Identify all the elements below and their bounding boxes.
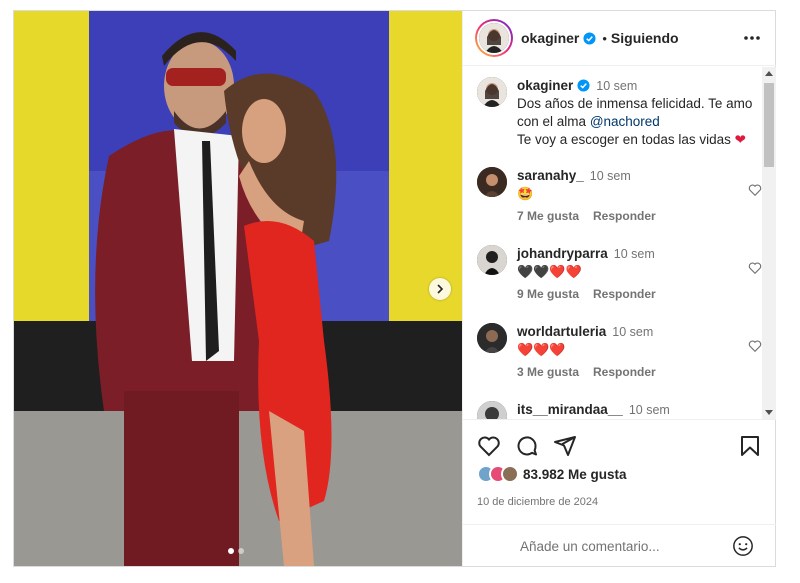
- post-actions: 83.982 Me gusta 10 de diciembre de 2024 …: [463, 419, 776, 566]
- scroll-thumb[interactable]: [764, 83, 774, 167]
- comment-likes[interactable]: 9 Me gusta: [517, 287, 579, 301]
- heart-icon[interactable]: [748, 183, 762, 197]
- liker-avatar: [501, 465, 519, 483]
- heart-icon[interactable]: [477, 434, 501, 458]
- author-avatar-ring[interactable]: [475, 19, 513, 57]
- comment-time: 10 sem: [612, 325, 654, 339]
- comment-text: ❤️❤️❤️: [517, 342, 566, 357]
- reply-button[interactable]: Responder: [593, 287, 656, 301]
- emoji-smiley-icon[interactable]: [732, 535, 754, 557]
- comment-input[interactable]: Añade un comentario...: [520, 539, 660, 554]
- comment-text: 🤩: [517, 186, 534, 201]
- more-dots-icon[interactable]: [742, 29, 762, 47]
- comment-bubble-icon[interactable]: [515, 434, 539, 458]
- comments-list[interactable]: okaginer 10 sem Dos años de inmensa felic…: [463, 67, 776, 419]
- caption-mention[interactable]: @nachored: [590, 114, 660, 129]
- reply-button[interactable]: Responder: [593, 365, 656, 379]
- avatar[interactable]: [477, 77, 507, 107]
- avatar[interactable]: [477, 401, 507, 419]
- post-date: 10 de diciembre de 2024: [477, 496, 599, 508]
- comment-time: 10 sem: [613, 247, 655, 261]
- carousel-dot: [238, 548, 244, 554]
- comment-username[interactable]: worldartuleria: [517, 324, 606, 339]
- avatar[interactable]: [477, 167, 507, 197]
- comment-text: 🖤🖤❤️❤️: [517, 264, 582, 279]
- comment-time: 10 sem: [628, 403, 670, 417]
- post-modal: okaginer • Siguiendo okaginer 10 sem Dos …: [13, 10, 776, 567]
- author-username[interactable]: okaginer: [521, 30, 579, 46]
- post-photo[interactable]: [14, 11, 462, 566]
- couple-photo-illustration: [14, 11, 462, 566]
- next-slide-button[interactable]: [429, 278, 451, 300]
- scroll-up-arrow-icon[interactable]: [765, 71, 773, 76]
- caption-time: 10 sem: [596, 79, 638, 93]
- likes-count[interactable]: 83.982 Me gusta: [523, 467, 627, 482]
- comments-scrollbar[interactable]: [762, 67, 776, 419]
- comment-likes[interactable]: 3 Me gusta: [517, 365, 579, 379]
- comment-username[interactable]: johandryparra: [517, 246, 608, 261]
- comment-time: 10 sem: [589, 169, 631, 183]
- red-heart-emoji: ❤: [734, 132, 746, 147]
- reply-button[interactable]: Responder: [593, 209, 656, 223]
- avatar: [479, 23, 509, 53]
- chevron-right-icon: [437, 284, 444, 294]
- heart-icon[interactable]: [748, 261, 762, 275]
- separator: •: [602, 30, 607, 46]
- carousel-indicator: [228, 548, 244, 554]
- comment-item: worldartuleria 10 sem ❤️❤️❤️ 3 Me gusta Re…: [477, 323, 762, 393]
- comment-composer[interactable]: Añade un comentario...: [463, 524, 776, 567]
- comment-item: johandryparra 10 sem 🖤🖤❤️❤️ 9 Me gusta Res…: [477, 245, 762, 315]
- comment-item: its__mirandaa__ 10 sem: [477, 401, 762, 419]
- likes-summary[interactable]: 83.982 Me gusta: [477, 465, 627, 483]
- bookmark-icon[interactable]: [738, 434, 762, 458]
- comment-username[interactable]: saranahy_: [517, 168, 584, 183]
- avatar[interactable]: [477, 323, 507, 353]
- comment-likes[interactable]: 7 Me gusta: [517, 209, 579, 223]
- paper-plane-icon[interactable]: [553, 434, 577, 458]
- post-side-panel: okaginer • Siguiendo okaginer 10 sem Dos …: [462, 11, 776, 566]
- verified-badge-icon: [577, 79, 590, 92]
- comment-username[interactable]: its__mirandaa__: [517, 402, 623, 417]
- comment-item: saranahy_ 10 sem 🤩 7 Me gusta Responder: [477, 167, 762, 237]
- verified-badge-icon: [583, 31, 596, 45]
- post-header: okaginer • Siguiendo: [463, 11, 776, 66]
- avatar[interactable]: [477, 245, 507, 275]
- caption-username[interactable]: okaginer: [517, 78, 573, 93]
- carousel-dot: [228, 548, 234, 554]
- heart-icon[interactable]: [748, 339, 762, 353]
- caption-text-2: Te voy a escoger en todas las vidas: [517, 132, 731, 147]
- scroll-down-arrow-icon[interactable]: [765, 410, 773, 415]
- following-button[interactable]: Siguiendo: [611, 30, 679, 46]
